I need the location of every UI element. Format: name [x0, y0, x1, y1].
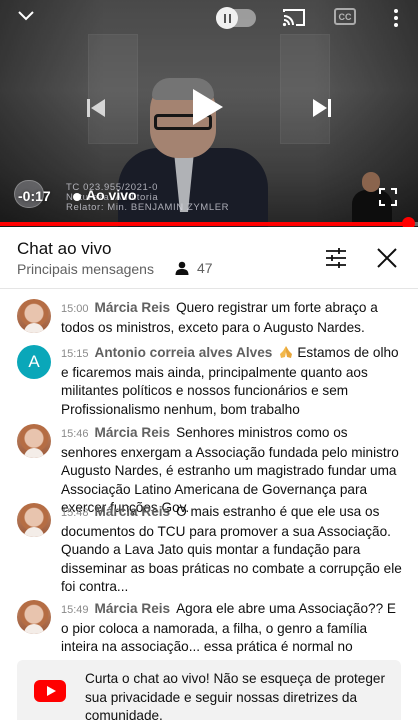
chevron-down-icon — [18, 11, 34, 21]
avatar[interactable] — [17, 299, 51, 333]
folded-hands-emoji — [280, 346, 293, 358]
message-author[interactable]: Márcia Reis — [95, 425, 171, 440]
message-author[interactable]: Márcia Reis — [95, 300, 171, 315]
fullscreen-button[interactable] — [378, 187, 398, 207]
youtube-logo-icon — [34, 680, 66, 702]
close-chat-button[interactable] — [374, 245, 400, 271]
message-author[interactable]: Márcia Reis — [95, 504, 171, 519]
next-button[interactable] — [308, 94, 336, 122]
close-icon — [377, 248, 397, 268]
live-dot-icon — [73, 193, 81, 201]
captions-button[interactable]: CC — [334, 8, 356, 25]
person-icon — [175, 261, 189, 275]
caption-line: Relator: Min. BENJAMIN ZYMLER — [66, 202, 230, 213]
avatar[interactable] — [17, 600, 51, 634]
message-body: 15:00 Márcia Reis Quero registrar um forte… — [61, 299, 406, 337]
skip-previous-icon — [87, 99, 105, 117]
avatar[interactable]: A — [17, 345, 51, 379]
message-time: 15:48 — [61, 507, 89, 519]
cast-icon — [282, 9, 305, 27]
live-indicator[interactable]: Ao vivo — [86, 187, 137, 203]
message-body: 15:48 Márcia Reis O mais estranho é que el… — [61, 503, 406, 597]
elapsed-time: -0:17 — [18, 188, 51, 204]
progress-fill — [0, 222, 406, 226]
cast-button[interactable] — [281, 6, 307, 28]
viewer-count: 47 — [175, 260, 213, 276]
message-time: 15:49 — [61, 604, 89, 616]
video-player[interactable]: TC 023.955/2021-0 Natureza: Auditoria Re… — [0, 0, 418, 227]
previous-button[interactable] — [82, 94, 110, 122]
video-caption: TC 023.955/2021-0 Natureza: Auditoria Re… — [14, 182, 294, 213]
play-button[interactable] — [185, 84, 231, 130]
chat-header: Chat ao vivo Principais mensagens 47 — [0, 227, 418, 289]
message-time: 15:46 — [61, 428, 89, 440]
message-author[interactable]: Márcia Reis — [95, 601, 171, 616]
more-options-button[interactable] — [388, 6, 404, 30]
viewer-count-value: 47 — [197, 260, 213, 276]
chat-filter-button[interactable] — [323, 246, 349, 270]
play-icon — [193, 89, 223, 125]
avatar[interactable] — [17, 503, 51, 537]
notice-text: Curta o chat ao vivo! Não se esqueça de … — [85, 671, 385, 720]
autoplay-toggle[interactable] — [216, 7, 256, 29]
message-time: 15:15 — [61, 348, 89, 360]
pause-icon — [216, 7, 238, 29]
avatar[interactable] — [17, 424, 51, 458]
cc-icon: CC — [338, 11, 352, 22]
chat-guidelines-notice: Curta o chat ao vivo! Não se esqueça de … — [17, 660, 401, 720]
progress-bar[interactable] — [0, 222, 418, 226]
message-body: 15:15 Antonio correia alves Alves Estamos … — [61, 344, 406, 419]
collapse-button[interactable] — [12, 4, 40, 28]
progress-scrubber[interactable] — [402, 217, 415, 227]
message-time: 15:00 — [61, 303, 89, 315]
fullscreen-icon — [379, 188, 397, 206]
skip-next-icon — [313, 99, 331, 117]
message-author[interactable]: Antonio correia alves Alves — [95, 345, 273, 360]
tune-icon — [326, 248, 346, 268]
chat-mode-selector[interactable]: Principais mensagens — [17, 261, 154, 277]
chat-title: Chat ao vivo — [17, 239, 112, 258]
more-vert-icon — [394, 9, 398, 13]
